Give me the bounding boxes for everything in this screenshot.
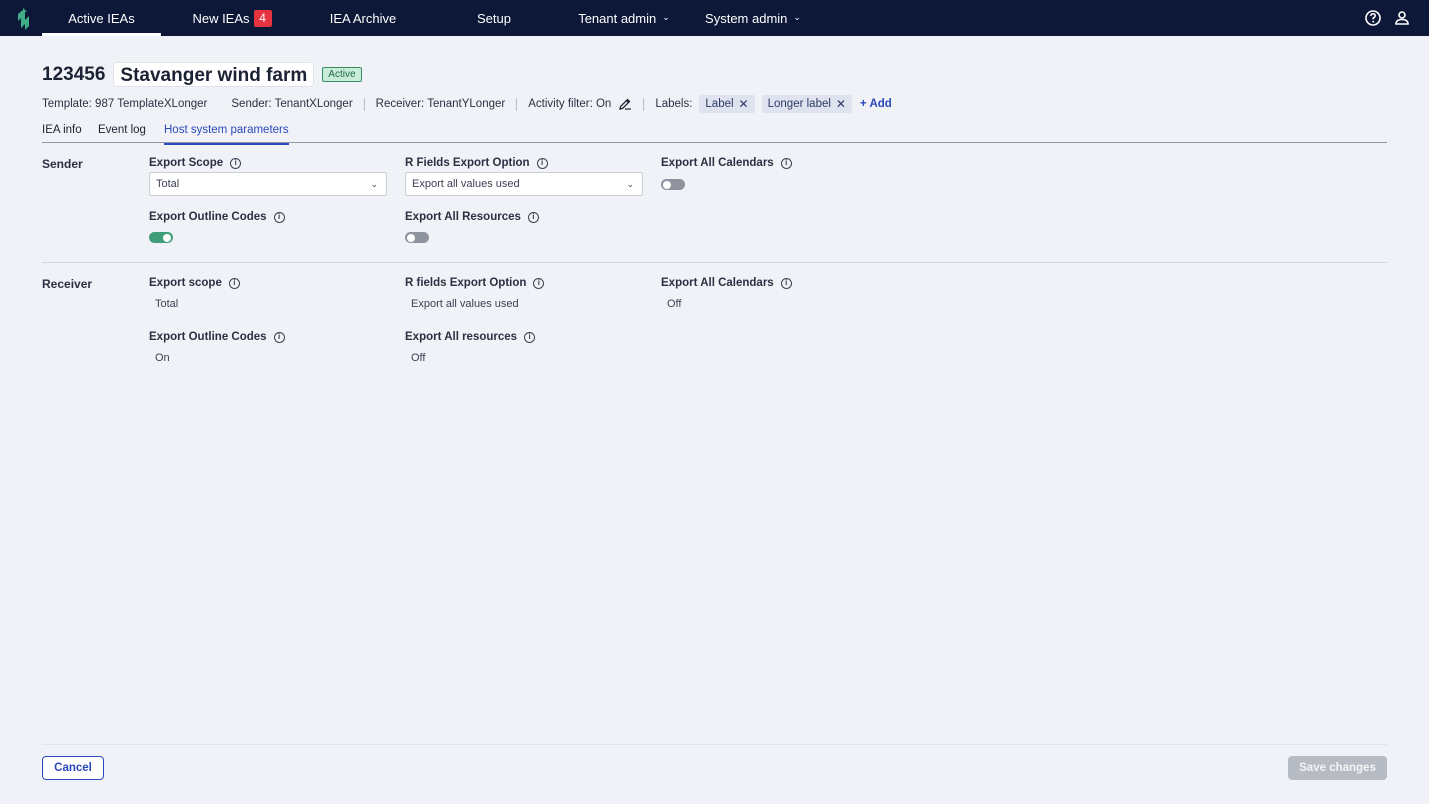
info-icon[interactable]: i xyxy=(230,157,242,169)
receiver-r-fields-value: Export all values used xyxy=(411,298,519,310)
field-label-text: R Fields Export Option xyxy=(405,157,530,169)
nav-setup-label: Setup xyxy=(477,10,511,26)
info-icon[interactable]: i xyxy=(228,277,240,289)
sender-export-calendars-toggle[interactable] xyxy=(661,179,685,190)
add-label-link[interactable]: + Add xyxy=(860,98,892,110)
nav-new-ieas-label: New IEAs xyxy=(192,10,250,26)
sender-r-fields-label: R Fields Export Option i xyxy=(405,157,548,169)
sender-r-fields-select[interactable]: Export all values used ⌄ xyxy=(405,172,643,196)
field-label-text: Export Outline Codes xyxy=(149,331,267,343)
nav-active-ieas-label: Active IEAs xyxy=(68,10,135,26)
activity-filter-text: Activity filter: On xyxy=(528,98,612,110)
info-icon[interactable]: i xyxy=(780,157,792,169)
nav-system-admin[interactable]: System admin ⌄ xyxy=(697,0,809,36)
select-value: Export all values used xyxy=(412,178,520,190)
field-label-text: Export All resources xyxy=(405,331,518,343)
activity-filter-info: Activity filter: On xyxy=(528,97,632,111)
receiver-export-scope-value: Total xyxy=(155,298,179,310)
sender-export-resources-toggle[interactable] xyxy=(405,232,429,243)
remove-label-icon[interactable]: ✕ xyxy=(836,97,846,111)
sender-info: Sender: TenantXLonger xyxy=(231,98,353,110)
divider xyxy=(363,97,365,111)
labels-title: Labels: xyxy=(655,98,693,110)
label-chip: Label ✕ xyxy=(699,95,755,113)
help-circle-icon[interactable] xyxy=(1364,9,1382,27)
field-label-text: R fields Export Option xyxy=(405,277,527,289)
iea-title-row: 123456 Stavanger wind farm Active xyxy=(42,62,362,87)
field-label-text: Export All Resources xyxy=(405,211,521,223)
info-icon[interactable]: i xyxy=(273,331,285,343)
field-label-text: Export Scope xyxy=(149,157,224,169)
nav-system-admin-label: System admin xyxy=(705,10,788,26)
receiver-export-resources-value: Off xyxy=(411,352,426,364)
divider xyxy=(516,97,518,111)
user-icon[interactable] xyxy=(1393,9,1411,27)
info-icon[interactable]: i xyxy=(536,157,548,169)
sender-export-calendars-label: Export All Calendars i xyxy=(661,157,792,169)
iea-id: 123456 xyxy=(42,63,106,85)
nav-tenant-admin-label: Tenant admin xyxy=(578,10,657,26)
iea-name: Stavanger wind farm xyxy=(113,62,315,87)
tab-host-system-parameters[interactable]: Host system parameters xyxy=(164,124,289,145)
receiver-export-resources-label: Export All resources i xyxy=(405,331,536,343)
edit-pencil-icon[interactable] xyxy=(618,97,632,111)
section-divider xyxy=(42,262,1387,263)
sender-export-scope-label: Export Scope i xyxy=(149,157,242,169)
status-badge: Active xyxy=(322,67,362,82)
sender-section-title: Sender xyxy=(42,157,83,171)
field-label-text: Export All Calendars xyxy=(661,157,774,169)
nav-iea-archive[interactable]: IEA Archive xyxy=(315,0,411,36)
toggle-knob xyxy=(663,180,671,189)
info-icon[interactable]: i xyxy=(527,211,539,223)
footer-divider xyxy=(42,744,1387,745)
receiver-export-calendars-label: Export All Calendars i xyxy=(661,277,792,289)
save-changes-button[interactable]: Save changes xyxy=(1288,756,1387,780)
label-chip-text: Label xyxy=(705,98,734,110)
sender-export-resources-label: Export All Resources i xyxy=(405,211,539,223)
field-label-text: Export scope xyxy=(149,277,222,289)
field-label-text: Export Outline Codes xyxy=(149,211,267,223)
receiver-export-scope-label: Export scope i xyxy=(149,277,240,289)
nav-active-ieas[interactable]: Active IEAs xyxy=(42,0,161,36)
new-ieas-count-badge: 4 xyxy=(253,9,272,27)
cancel-button[interactable]: Cancel xyxy=(42,756,104,780)
nav-setup[interactable]: Setup xyxy=(446,0,542,36)
receiver-export-outline-label: Export Outline Codes i xyxy=(149,331,285,343)
info-icon[interactable]: i xyxy=(524,331,536,343)
sender-export-scope-select[interactable]: Total ⌄ xyxy=(149,172,387,196)
template-info: Template: 987 TemplateXLonger xyxy=(42,98,208,110)
tab-event-log[interactable]: Event log xyxy=(98,124,146,143)
top-nav-bar: Active IEAs New IEAs 4 IEA Archive Setup … xyxy=(0,0,1429,36)
toggle-knob xyxy=(407,233,415,242)
remove-label-icon[interactable]: ✕ xyxy=(739,97,749,111)
iea-meta-row: Template: 987 TemplateXLonger Sender: Te… xyxy=(42,95,892,113)
receiver-r-fields-label: R fields Export Option i xyxy=(405,277,545,289)
sender-export-outline-toggle[interactable] xyxy=(149,232,173,243)
chevron-down-icon: ⌄ xyxy=(626,179,634,189)
tab-iea-info[interactable]: IEA info xyxy=(42,124,82,143)
field-label-text: Export All Calendars xyxy=(661,277,774,289)
chevron-down-icon: ⌄ xyxy=(793,11,801,22)
receiver-export-outline-value: On xyxy=(155,352,170,364)
info-icon[interactable]: i xyxy=(780,277,792,289)
receiver-info: Receiver: TenantYLonger xyxy=(375,98,506,110)
chevron-down-icon: ⌄ xyxy=(662,11,670,22)
chevron-down-icon: ⌄ xyxy=(370,179,378,189)
tab-bar: IEA info Event log Host system parameter… xyxy=(42,124,1387,145)
nav-tenant-admin[interactable]: Tenant admin ⌄ xyxy=(568,0,680,36)
app-logo-icon[interactable] xyxy=(14,6,34,30)
select-value: Total xyxy=(156,178,180,190)
nav-iea-archive-label: IEA Archive xyxy=(329,10,397,26)
nav-new-ieas[interactable]: New IEAs 4 xyxy=(184,0,280,36)
label-chip-text: Longer label xyxy=(767,98,831,110)
divider xyxy=(643,97,645,111)
info-icon[interactable]: i xyxy=(273,211,285,223)
info-icon[interactable]: i xyxy=(533,277,545,289)
label-chip: Longer label ✕ xyxy=(761,95,852,113)
toggle-knob xyxy=(163,233,171,242)
sender-export-outline-label: Export Outline Codes i xyxy=(149,211,285,223)
receiver-export-calendars-value: Off xyxy=(667,298,682,310)
receiver-section-title: Receiver xyxy=(42,277,93,291)
